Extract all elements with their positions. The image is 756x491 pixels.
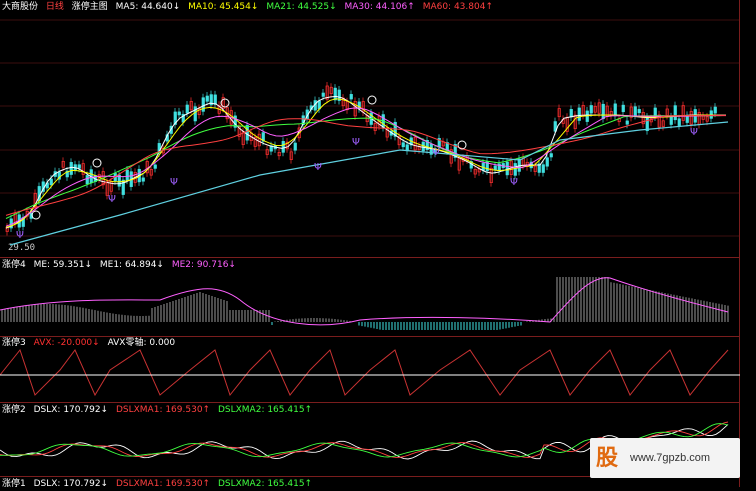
sub3-ma1: DSLXMA1: 169.530↑ (115, 405, 211, 415)
candle-body (669, 116, 673, 125)
candle-body (677, 118, 681, 126)
candle-body (621, 104, 625, 113)
candle-body (153, 164, 157, 169)
candle-body (69, 162, 73, 175)
candle-body (205, 95, 209, 102)
sub4-ma2: DSLXMA2: 165.415↑ (217, 479, 313, 489)
watermark-url: www.7gpzb.com (630, 452, 711, 464)
sub3-info-bar: 涨停2 DSLX: 170.792↓ DSLXMA1: 169.530↑ DSL… (2, 404, 317, 417)
indicator-name[interactable]: 涨停主图 (72, 2, 108, 12)
watermark: 股 www.7gpzb.com (590, 438, 740, 478)
psi-marker: Ψ (16, 230, 24, 241)
sub1-name[interactable]: 涨停4 (2, 260, 26, 270)
sub2-info-bar: 涨停3 AVX: -20.000↓ AVX零轴: 0.000 (2, 337, 180, 350)
signal-circle (367, 95, 377, 105)
ma5-value: MA5: 44.640↓ (115, 2, 181, 12)
candle-body (589, 105, 593, 114)
sub4-name[interactable]: 涨停1 (2, 479, 26, 489)
ma21-line (5, 107, 727, 227)
psi-marker: Ψ (314, 162, 322, 173)
candle-body (401, 142, 405, 148)
candle-body (213, 94, 217, 105)
candle-body (577, 107, 581, 121)
candle-body (185, 104, 189, 114)
candle-body (281, 141, 285, 153)
sub1-me1: ME1: 64.894↓ (99, 260, 164, 270)
candle-body (645, 116, 649, 132)
psi-marker: Ψ (170, 177, 178, 188)
psi-marker: Ψ (690, 127, 698, 138)
sub4-dslx: DSLX: 170.792↓ (33, 479, 109, 489)
ma21-value: MA21: 44.525↓ (266, 2, 337, 12)
candle-body (177, 111, 181, 116)
sub4-info-bar: 涨停1 DSLX: 170.792↓ DSLXMA1: 169.530↑ DSL… (2, 478, 317, 491)
main-info-bar: 大商股份 日线 涨停主图 MA5: 44.640↓ MA10: 45.454↓ … (2, 1, 498, 14)
candle-body (517, 158, 521, 172)
candle-body (49, 178, 53, 186)
candle-body (245, 125, 249, 141)
candle-body (321, 92, 325, 97)
signal-circle (92, 158, 102, 168)
avx-line (0, 348, 729, 397)
sub1-me2: ME2: 90.716↓ (171, 260, 236, 270)
stock-name[interactable]: 大商股份 (2, 2, 38, 12)
candle-body (125, 169, 129, 181)
candle-body (405, 144, 409, 152)
candle-body (141, 177, 145, 182)
watermark-logo: 股 (596, 445, 619, 471)
sub2-avx: AVX: -20.000↓ (33, 338, 100, 348)
candle-body (601, 103, 605, 120)
candle-body (513, 163, 517, 176)
period-label[interactable]: 日线 (46, 2, 64, 12)
signal-circle (31, 210, 41, 220)
psi-marker: Ψ (352, 137, 360, 148)
psi-marker: Ψ (108, 194, 116, 205)
candle-body (541, 164, 545, 173)
psi-marker: Ψ (432, 147, 440, 158)
candle-body (713, 106, 717, 114)
ma30-value: MA30: 44.106↑ (344, 2, 415, 12)
sub1-me: ME: 59.351↓ (33, 260, 92, 270)
sub1-info-bar: 涨停4 ME: 59.351↓ ME1: 64.894↓ ME2: 90.716… (2, 259, 241, 272)
candle-body (349, 94, 353, 100)
me2-line (0, 277, 729, 326)
candle-body (625, 120, 629, 125)
candle-body (613, 103, 617, 117)
candle-body (633, 106, 637, 116)
candle-body (545, 157, 549, 167)
signal-circle (457, 140, 467, 150)
candle-body (673, 105, 677, 121)
candle-body (637, 109, 641, 114)
candle-body (333, 87, 337, 101)
sub4-ma1: DSLXMA1: 169.530↑ (115, 479, 211, 489)
sub2-zero: AVX零轴: 0.000 (107, 338, 176, 348)
candle-body (85, 175, 89, 185)
candle-body (77, 164, 81, 169)
candle-body (549, 153, 553, 158)
sub3-dslx: DSLX: 170.792↓ (33, 405, 109, 415)
candle-body (493, 165, 497, 171)
candle-body (569, 109, 573, 118)
psi-marker: Ψ (510, 177, 518, 188)
sub3-name[interactable]: 涨停2 (2, 405, 26, 415)
sub2-name[interactable]: 涨停3 (2, 338, 26, 348)
sub3-ma2: DSLXMA2: 165.415↑ (217, 405, 313, 415)
ma60-value: MA60: 43.804↑ (422, 2, 493, 12)
candle-body (293, 142, 297, 151)
ma10-value: MA10: 45.454↓ (188, 2, 259, 12)
